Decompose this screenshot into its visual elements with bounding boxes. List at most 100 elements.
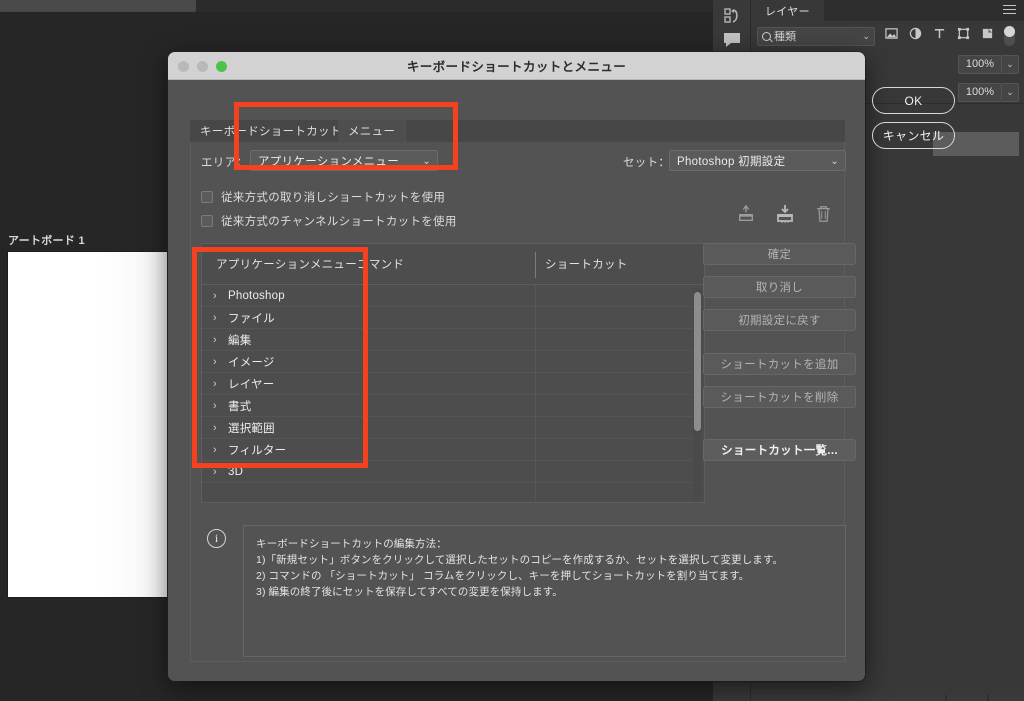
area-row: エリア： アプリケーションメニュー ⌄ セット： Photoshop 初期設定 … [191,150,846,174]
side-button-6[interactable]: ショートカット一覧... [703,439,856,461]
info-panel: i キーボードショートカットの編集方法： 1)「新規セット」ボタンをクリックして選… [201,525,846,660]
row-column-separator [535,351,536,373]
table-row-command: 編集 [228,334,252,347]
search-icon [762,31,771,41]
row-column-separator [535,373,536,395]
table-row-command: イメージ [228,356,275,369]
cancel-button[interactable]: キャンセル [872,122,955,149]
area-select[interactable]: アプリケーションメニュー ⌄ [250,150,438,171]
fill-value[interactable]: 100% [958,82,1002,102]
side-button-label: 初期設定に戻す [738,315,821,327]
opacity-value[interactable]: 100% [958,54,1002,74]
side-button-4: ショートカットを追加 [703,353,856,375]
list-rows-container[interactable]: › Photoshop › ファイル › 編集 › イメージ › レイヤー › 書式 › 選択範囲 › フィル… [201,285,705,503]
set-action-icons [737,204,832,229]
tab-layers-label: レイヤー [765,5,810,18]
chevron-right-icon[interactable]: › [213,312,217,324]
side-button-label: ショートカットを追加 [720,359,839,371]
table-row[interactable]: › Photoshop [202,285,704,307]
table-row[interactable]: › 書式 [202,395,704,417]
side-button-label: 確定 [767,249,792,261]
chevron-right-icon[interactable]: › [213,400,217,412]
table-row[interactable]: › ファイル [202,307,704,329]
table-row-command: 3D [228,465,244,478]
dialog-title: キーボードショートカットとメニュー [406,60,627,74]
set-select[interactable]: Photoshop 初期設定 ⌄ [669,150,846,171]
keyboard-shortcuts-dialog: キーボードショートカットとメニュー キーボードショートカット メニュー エリア：… [168,52,865,681]
table-row[interactable]: › 選択範囲 [202,417,704,439]
chevron-down-icon: ⌄ [862,30,870,41]
set-label: セット： [623,157,671,169]
fill-chevron-down-icon[interactable]: ⌄ [1002,82,1019,102]
chevron-right-icon[interactable]: › [213,466,217,478]
table-row[interactable]: › レイヤー [202,373,704,395]
save-set-icon[interactable] [737,204,755,228]
type-filter-icon[interactable] [933,27,946,45]
image-filter-icon[interactable] [885,27,898,45]
smartobject-filter-icon[interactable] [981,27,994,45]
row-column-separator [535,417,536,439]
tab-menus-label: メニュー [348,126,396,138]
panel-bottom-seg-3 [989,695,1024,701]
chevron-right-icon[interactable]: › [213,356,217,368]
table-row[interactable]: › 編集 [202,329,704,351]
legacy-channel-label: 従来方式のチャンネルショートカットを使用 [221,216,457,228]
side-button-label: 取り消し [755,282,804,294]
tab-menus[interactable]: メニュー [338,120,406,142]
shape-filter-icon[interactable] [957,27,970,45]
info-line-3: 2) コマンドの 「ショートカット」 コラムをクリックし、キーを押してショートカ… [256,570,750,582]
document-tab[interactable] [0,0,196,11]
dialog-titlebar[interactable]: キーボードショートカットとメニュー [168,52,865,80]
legacy-undo-checkbox-row[interactable]: 従来方式の取り消しショートカットを使用 [201,189,445,205]
dialog-body: キーボードショートカット メニュー エリア： アプリケーションメニュー ⌄ セッ… [168,80,865,681]
chevron-right-icon[interactable]: › [213,290,217,302]
legacy-channel-checkbox[interactable] [201,215,213,227]
side-button-5: ショートカットを削除 [703,386,856,408]
save-set-as-icon[interactable] [775,204,795,229]
layer-kind-select[interactable]: 種類 ⌄ [757,26,875,46]
zoom-button[interactable] [216,61,227,72]
legacy-channel-checkbox-row[interactable]: 従来方式のチャンネルショートカットを使用 [201,213,457,229]
table-row-command: フィルター [228,444,287,457]
history-icon[interactable] [722,6,742,31]
primary-button-column: OK キャンセル [872,87,957,157]
filter-enable-toggle[interactable] [1004,26,1015,46]
panel-bottom-seg-1 [751,695,945,701]
opacity-chevron-down-icon[interactable]: ⌄ [1002,54,1019,74]
side-button-2: 取り消し [703,276,856,298]
scrollbar-thumb[interactable] [694,292,701,431]
panel-menu-icon[interactable] [1003,5,1016,16]
legacy-undo-checkbox[interactable] [201,191,213,203]
chevron-right-icon[interactable]: › [213,422,217,434]
ok-button[interactable]: OK [872,87,955,114]
side-button-label: ショートカットを削除 [720,392,839,404]
shortcuts-pane: エリア： アプリケーションメニュー ⌄ セット： Photoshop 初期設定 … [190,142,856,662]
table-row[interactable] [202,483,704,502]
close-button[interactable] [178,61,189,72]
chevron-right-icon[interactable]: › [213,334,217,346]
info-icon: i [207,529,226,548]
ok-button-label: OK [904,93,923,108]
tab-layers[interactable]: レイヤー [751,0,824,21]
adjustment-filter-icon[interactable] [909,27,922,45]
list-scrollbar[interactable] [693,288,702,500]
delete-set-icon[interactable] [815,205,832,228]
legacy-undo-label: 従来方式の取り消しショートカットを使用 [221,192,446,204]
minimize-button[interactable] [197,61,208,72]
artboard-label: アートボード 1 [8,235,85,247]
document-tab-bar[interactable] [0,0,196,12]
table-row[interactable]: › イメージ [202,351,704,373]
chevron-right-icon[interactable]: › [213,378,217,390]
area-label: エリア： [201,157,249,169]
list-header: アプリケーションメニューコマンド ショートカット [201,243,705,285]
header-separator [535,252,536,278]
dialog-tabs: キーボードショートカット メニュー [190,120,845,142]
table-row[interactable]: › 3D [202,461,704,483]
chevron-right-icon[interactable]: › [213,444,217,456]
artboard-canvas[interactable] [8,252,175,597]
tab-strip-filler [406,120,845,142]
table-row[interactable]: › フィルター [202,439,704,461]
info-text-box: キーボードショートカットの編集方法： 1)「新規セット」ボタンをクリックして選択し… [243,525,846,657]
layer-kind-value: 種類 [774,31,796,43]
tab-keyboard-shortcuts[interactable]: キーボードショートカット [190,120,352,142]
